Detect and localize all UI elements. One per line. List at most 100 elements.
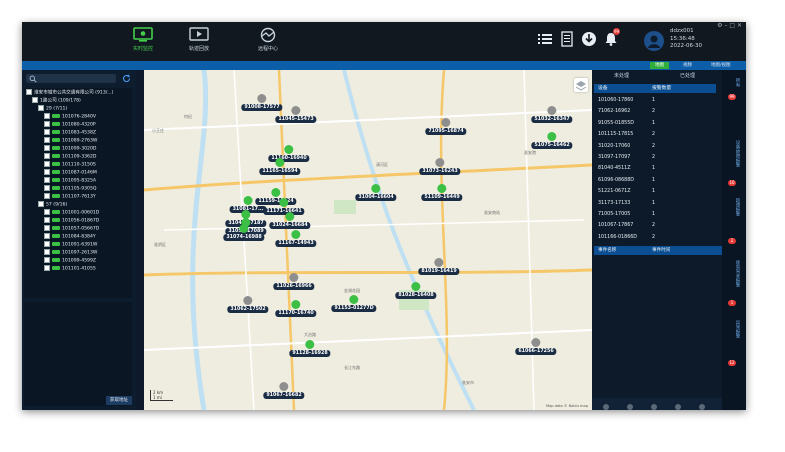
document-icon[interactable] — [559, 31, 575, 47]
notifications-button[interactable]: 99 — [603, 28, 620, 47]
checkbox-icon[interactable] — [44, 193, 50, 199]
vehicle-marker[interactable]: 81019-16419 — [418, 258, 460, 275]
alarm-row[interactable]: 101060-17860 1 — [594, 96, 716, 106]
tree-vehicle[interactable]: 101097-2613W — [44, 249, 97, 257]
tree-vehicle[interactable]: 101091-6391W — [44, 241, 97, 249]
vehicle-marker[interactable]: 51109-16449 — [421, 184, 463, 201]
tree-vehicle[interactable]: 101110-3150S — [44, 161, 96, 169]
checkbox-icon[interactable] — [44, 233, 50, 239]
alarm-row[interactable]: 91055-01855D 1 — [594, 119, 716, 129]
alarm-row[interactable]: 61096-08688D 1 — [594, 176, 716, 186]
tree-vehicle[interactable]: 101109-3362D — [44, 153, 96, 161]
vehicle-marker[interactable]: 91128-16928 — [289, 340, 331, 357]
alarm-row[interactable]: 101166-01866D 2 — [594, 233, 716, 243]
tab-video[interactable]: 视频 — [678, 62, 697, 69]
tree-vehicle[interactable]: 101107-7613Y — [44, 193, 96, 201]
tab-handled[interactable]: 已处理 — [680, 72, 695, 79]
checkbox-icon[interactable] — [44, 249, 50, 255]
checkbox-icon[interactable] — [44, 177, 50, 183]
vehicle-marker[interactable]: 91067-16682 — [263, 382, 305, 399]
alarm-row[interactable]: 51221-0671Z 1 — [594, 187, 716, 197]
tree-vehicle[interactable]: 101099-3020D — [44, 145, 96, 153]
vehicle-marker[interactable]: 31062-17502 — [227, 296, 269, 313]
checkbox-icon[interactable] — [44, 121, 50, 127]
vehicle-marker[interactable]: 31074-16988 — [223, 224, 265, 241]
checkbox-icon[interactable] — [44, 129, 50, 135]
settings-icon[interactable]: ⚙ — [717, 22, 722, 29]
maximize-icon[interactable]: □ — [729, 22, 735, 29]
checkbox-icon[interactable] — [38, 201, 44, 207]
nav-remote-center[interactable]: 远程中心 — [243, 24, 293, 59]
nav-track-playback[interactable]: 轨迹回放 — [174, 24, 224, 59]
vehicle-tree[interactable]: 淮安市城市公共交通有限公司 (913/...) 1路公司 (109/178) 2… — [24, 88, 132, 298]
checkbox-icon[interactable] — [44, 161, 50, 167]
checkbox-icon[interactable] — [44, 169, 50, 175]
tree-group[interactable]: 29 (7/11) — [38, 105, 67, 113]
vehicle-marker[interactable]: 31024-16684 — [269, 212, 311, 229]
tree-vehicle[interactable]: 101001-00601D — [44, 209, 99, 217]
search-input[interactable] — [26, 74, 116, 83]
side-tab[interactable]: 超速报警 — [726, 198, 740, 216]
refresh-icon[interactable] — [122, 74, 131, 83]
close-icon[interactable]: ✕ — [737, 22, 742, 29]
tree-root[interactable]: 淮安市城市公共交通有限公司 (913/...) — [26, 89, 113, 97]
alarm-row[interactable]: 71005-17005 1 — [594, 210, 716, 220]
map-layers-button[interactable] — [574, 78, 588, 92]
checkbox-icon[interactable] — [44, 153, 50, 159]
checkbox-icon[interactable] — [44, 209, 50, 215]
checkbox-icon[interactable] — [44, 241, 50, 247]
checkbox-icon[interactable] — [44, 113, 50, 119]
checkbox-icon[interactable] — [44, 217, 50, 223]
checkbox-icon[interactable] — [44, 257, 50, 263]
tree-vehicle[interactable]: 101080-4320P — [44, 121, 96, 129]
alarm-row[interactable]: 31173-17133 1 — [594, 199, 716, 209]
tab-unhandled[interactable]: 未处理 — [614, 72, 629, 79]
vehicle-marker[interactable]: 81028-16408 — [395, 282, 437, 299]
tree-vehicle[interactable]: 101056-01867D — [44, 217, 99, 225]
checkbox-icon[interactable] — [26, 89, 32, 95]
vehicle-marker[interactable]: 11026-16966 — [273, 273, 315, 290]
vehicle-marker[interactable]: 11170-16740 — [275, 300, 317, 317]
checkbox-icon[interactable] — [32, 97, 38, 103]
tab-map-video[interactable]: 地图/视图 — [706, 62, 736, 69]
alarm-row[interactable]: 31097-17097 2 — [594, 153, 716, 163]
vehicle-marker[interactable]: 11167-14943 — [275, 230, 317, 247]
get-address-button[interactable]: 获取地址 — [106, 396, 132, 405]
tree-vehicle[interactable]: 101105-9305Q — [44, 185, 97, 193]
tree-vehicle[interactable]: 101057-05667D — [44, 225, 99, 233]
alarm-row[interactable]: 81040-4511Z 1 — [594, 164, 716, 174]
list-icon[interactable] — [537, 31, 553, 47]
vehicle-marker[interactable]: 61066-17256 — [515, 338, 557, 355]
alarm-row[interactable]: 71062-16962 2 — [594, 107, 716, 117]
alarm-row[interactable]: 101115-17815 2 — [594, 130, 716, 140]
minimize-icon[interactable]: – — [724, 22, 727, 29]
side-tab[interactable]: 设备故障报警 — [726, 140, 740, 167]
vehicle-marker[interactable]: 11165-16594 — [259, 158, 301, 175]
tree-vehicle[interactable]: 101099-4599Z — [44, 257, 96, 265]
vehicle-marker[interactable]: 91153-01277D — [331, 295, 377, 312]
vehicle-marker[interactable]: 51075-16462 — [531, 132, 573, 149]
tree-vehicle[interactable]: 101084-8384Y — [44, 233, 96, 241]
checkbox-icon[interactable] — [44, 185, 50, 191]
alarm-row[interactable]: 101067-17867 2 — [594, 221, 716, 231]
side-tab[interactable]: 异常报警 — [726, 320, 740, 338]
tree-vehicle[interactable]: 101076-2840V — [44, 113, 96, 121]
checkbox-icon[interactable] — [44, 137, 50, 143]
tree-vehicle[interactable]: 101095-8325A — [44, 177, 96, 185]
side-tab[interactable]: 疲劳驾驶报警 — [726, 260, 740, 287]
tree-branch[interactable]: 1路公司 (109/178) — [32, 97, 81, 105]
tree-vehicle[interactable]: 101089-2763W — [44, 137, 97, 145]
vehicle-marker[interactable]: 11045-15473 — [275, 106, 317, 123]
nav-realtime-monitor[interactable]: 实时监控 — [118, 24, 168, 59]
tree-vehicle[interactable]: 101083-4538Z — [44, 129, 96, 137]
alarm-tool-icons[interactable] — [592, 401, 722, 410]
tree-group[interactable]: 57 (9/16) — [38, 201, 67, 209]
checkbox-icon[interactable] — [44, 265, 50, 271]
user-info[interactable]: ddzx001 15:36:48 2022-06-30 — [644, 28, 744, 58]
vehicle-marker[interactable]: 51032-16347 — [531, 106, 573, 123]
alarm-row[interactable]: 31020-17060 2 — [594, 142, 716, 152]
tree-vehicle[interactable]: 101087-0146M — [44, 169, 97, 177]
tab-map[interactable]: 地图 — [650, 62, 669, 69]
tree-vehicle[interactable]: 101101-41055 — [44, 265, 96, 273]
download-icon[interactable] — [581, 31, 597, 47]
